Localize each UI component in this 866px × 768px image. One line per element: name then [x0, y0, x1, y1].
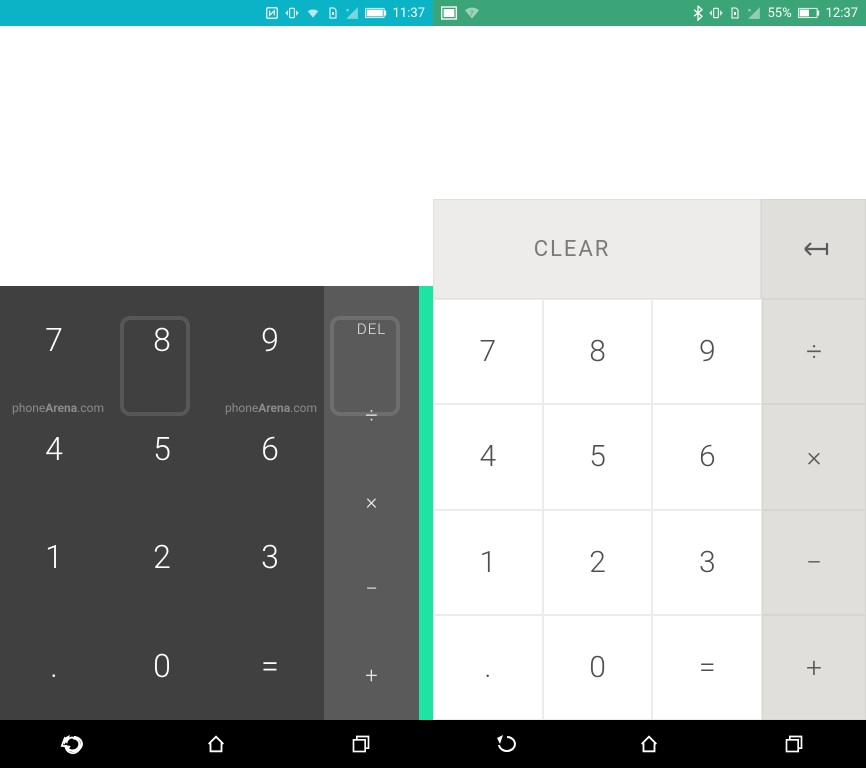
key-divide[interactable]: ÷ [762, 299, 866, 404]
key-add[interactable]: + [762, 615, 866, 720]
nfc-icon [265, 6, 279, 20]
key-8[interactable]: 8 [543, 299, 653, 404]
bluetooth-icon [693, 5, 703, 21]
calc-display-left [0, 26, 433, 286]
watermark-phone-icon [330, 316, 400, 416]
key-add[interactable]: + [324, 633, 419, 720]
key-4[interactable]: 4 [0, 395, 108, 504]
ops-column-right: ÷ × − + [762, 299, 866, 720]
battery-icon [365, 7, 387, 19]
key-1[interactable]: 1 [0, 503, 108, 612]
nav-home-button[interactable] [186, 720, 246, 768]
key-multiply[interactable]: × [762, 404, 866, 509]
calc-display-right [433, 26, 866, 199]
key-3[interactable]: 3 [652, 510, 762, 615]
backspace-button[interactable] [761, 199, 866, 299]
svg-text:×: × [346, 8, 349, 14]
nav-back-button[interactable] [475, 720, 535, 768]
status-bar-left: × 11:37 [0, 0, 433, 26]
battery-icon [798, 7, 820, 19]
key-dot[interactable]: . [0, 612, 108, 721]
signal-icon: × [747, 6, 761, 20]
phone-right: ? × 55% 12:37 CLEAR [433, 0, 866, 768]
key-1[interactable]: 1 [433, 510, 543, 615]
nav-bar-left [0, 720, 433, 768]
status-time: 12:37 [826, 6, 858, 21]
status-time: 11:37 [393, 6, 425, 21]
key-5[interactable]: 5 [543, 404, 653, 509]
screenshot-icon [441, 6, 457, 20]
key-9[interactable]: 9 [652, 299, 762, 404]
phone-left: × 11:37 phoneArena.com phoneArena.com 7 … [0, 0, 433, 768]
key-2[interactable]: 2 [108, 503, 216, 612]
advanced-panel-peek[interactable] [419, 286, 433, 720]
key-9[interactable]: 9 [216, 286, 324, 395]
nav-recents-button[interactable] [764, 720, 824, 768]
key-0[interactable]: 0 [543, 615, 653, 720]
key-multiply[interactable]: × [324, 460, 419, 547]
key-6[interactable]: 6 [652, 404, 762, 509]
nav-home-button[interactable] [619, 720, 679, 768]
status-bar-right: ? × 55% 12:37 [433, 0, 866, 26]
key-subtract[interactable]: − [762, 510, 866, 615]
key-7[interactable]: 7 [433, 299, 543, 404]
key-equals[interactable]: = [216, 612, 324, 721]
key-3[interactable]: 3 [216, 503, 324, 612]
svg-text:×: × [749, 8, 752, 14]
battery-text: 55% [767, 6, 791, 21]
wifi-unknown-icon: ? [463, 6, 481, 20]
vibrate-icon [285, 6, 299, 20]
key-6[interactable]: 6 [216, 395, 324, 504]
clear-button[interactable]: CLEAR [433, 199, 761, 299]
nav-back-button[interactable] [42, 720, 102, 768]
signal-icon: × [345, 6, 359, 20]
watermark-phone-icon [120, 316, 190, 416]
nav-recents-button[interactable] [331, 720, 391, 768]
key-subtract[interactable]: − [324, 546, 419, 633]
key-equals[interactable]: = [652, 615, 762, 720]
key-dot[interactable]: . [433, 615, 543, 720]
numpad-left: phoneArena.com phoneArena.com 7 8 9 4 5 … [0, 286, 324, 720]
numpad-right: 7 8 9 4 5 6 1 2 3 . 0 = [433, 299, 762, 720]
key-0[interactable]: 0 [108, 612, 216, 721]
keypad-left: phoneArena.com phoneArena.com 7 8 9 4 5 … [0, 286, 433, 720]
key-4[interactable]: 4 [433, 404, 543, 509]
key-2[interactable]: 2 [543, 510, 653, 615]
comparison-container: × 11:37 phoneArena.com phoneArena.com 7 … [0, 0, 866, 768]
sim-icon [327, 6, 339, 20]
keypad-right: CLEAR 7 8 9 4 5 6 1 2 3 . 0 [433, 199, 866, 720]
nav-bar-right [433, 720, 866, 768]
wifi-icon [305, 6, 321, 20]
sim-icon [729, 6, 741, 20]
key-7[interactable]: 7 [0, 286, 108, 395]
vibrate-icon [709, 6, 723, 20]
